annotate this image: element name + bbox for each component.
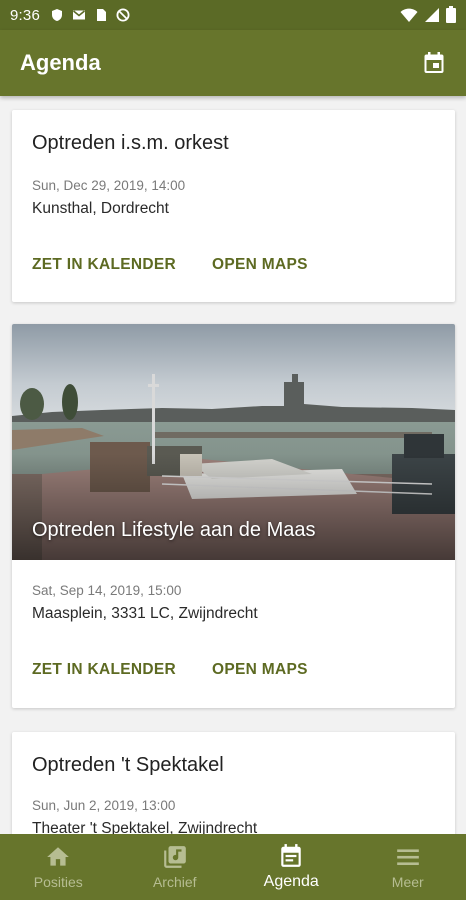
event-date: Sat, Sep 14, 2019, 15:00	[32, 583, 182, 598]
wifi-icon	[400, 8, 418, 22]
nav-label: Posities	[33, 874, 83, 890]
nav-item-agenda[interactable]: Agenda	[233, 834, 350, 900]
add-to-calendar-button[interactable]: ZET IN KALENDER	[32, 256, 176, 274]
nav-label: Archief	[152, 874, 197, 890]
event-title: Optreden i.s.m. orkest	[32, 132, 229, 154]
status-bar: 9:36	[0, 0, 466, 30]
sim-card-icon	[97, 9, 106, 21]
nav-item-meer[interactable]: Meer	[350, 834, 466, 900]
home-icon	[47, 847, 70, 866]
add-to-calendar-button[interactable]: ZET IN KALENDER	[32, 661, 176, 679]
event-location: Theater 't Spektakel, Zwijndrecht	[32, 820, 258, 834]
app-bar: Agenda	[0, 30, 466, 96]
battery-icon	[446, 6, 456, 23]
calendar-action-button[interactable]	[418, 47, 450, 79]
open-maps-button[interactable]: OPEN MAPS	[212, 661, 308, 679]
shield-icon	[52, 9, 62, 21]
event-date: Sun, Dec 29, 2019, 14:00	[32, 178, 186, 193]
event-card: Optreden i.s.m. orkest Sun, Dec 29, 2019…	[12, 110, 455, 302]
event-location: Kunsthal, Dordrecht	[32, 200, 169, 217]
event-card: Optreden 't Spektakel Sun, Jun 2, 2019, …	[12, 732, 455, 834]
event-location: Maasplein, 3331 LC, Zwijndrecht	[32, 605, 258, 622]
bottom-navigation: Posities Archief Agenda Meer	[0, 834, 466, 900]
calendar-icon	[281, 844, 301, 867]
event-date: Sun, Jun 2, 2019, 13:00	[32, 798, 176, 813]
status-time: 9:36	[10, 6, 40, 24]
music-library-icon	[163, 846, 186, 868]
nav-label: Agenda	[263, 873, 319, 890]
nav-item-archief[interactable]: Archief	[117, 834, 234, 900]
calendar-today-icon	[424, 52, 444, 73]
open-maps-button[interactable]: OPEN MAPS	[212, 256, 308, 274]
no-disturb-icon	[116, 8, 130, 22]
nav-item-posities[interactable]: Posities	[0, 834, 117, 900]
signal-icon	[425, 7, 439, 22]
gmail-icon	[72, 10, 86, 20]
event-card: Optreden Lifestyle aan de Maas Sat, Sep …	[12, 324, 455, 708]
nav-label: Meer	[391, 874, 424, 890]
event-image: Optreden Lifestyle aan de Maas	[12, 324, 455, 560]
event-title: Optreden Lifestyle aan de Maas	[32, 519, 316, 541]
page-title: Agenda	[20, 50, 101, 75]
event-title: Optreden 't Spektakel	[32, 754, 224, 776]
menu-icon	[396, 849, 419, 866]
agenda-list[interactable]: Optreden i.s.m. orkest Sun, Dec 29, 2019…	[0, 96, 466, 834]
